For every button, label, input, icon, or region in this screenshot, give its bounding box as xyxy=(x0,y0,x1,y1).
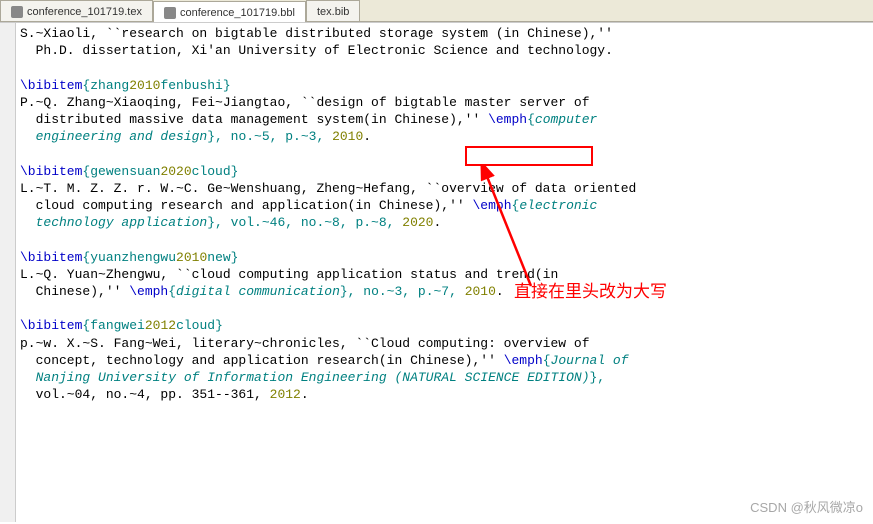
code-line: L.~Q. Yuan~Zhengwu, ``cloud computing ap… xyxy=(20,267,558,282)
latex-arg: { xyxy=(543,353,551,368)
latex-command: \bibitem xyxy=(20,78,82,93)
latex-arg: {zhang xyxy=(82,78,129,93)
latex-arg: }, xyxy=(590,370,606,385)
latex-number: 2010 xyxy=(332,129,363,144)
latex-emph: Journal of xyxy=(551,353,629,368)
editor: S.~Xiaoli, ``research on bigtable distri… xyxy=(0,22,873,522)
latex-command: \bibitem xyxy=(20,250,82,265)
file-icon xyxy=(11,6,23,18)
latex-command: \emph xyxy=(472,198,511,213)
latex-number: 2020 xyxy=(160,164,191,179)
latex-command: \bibitem xyxy=(20,318,82,333)
file-icon xyxy=(164,7,176,19)
latex-arg: }, no.~5, p.~3, xyxy=(207,129,332,144)
code-area[interactable]: S.~Xiaoli, ``research on bigtable distri… xyxy=(16,23,873,522)
tab-bar: conference_101719.tex conference_101719.… xyxy=(0,0,873,22)
latex-emph: engineering and design xyxy=(20,129,207,144)
latex-emph: technology application xyxy=(20,215,207,230)
latex-emph: digital communication xyxy=(176,284,340,299)
latex-command: \bibitem xyxy=(20,164,82,179)
latex-number: 2012 xyxy=(270,387,301,402)
latex-arg: cloud} xyxy=(192,164,239,179)
latex-arg: { xyxy=(168,284,176,299)
code-text: . xyxy=(301,387,309,402)
tab-bib[interactable]: tex.bib xyxy=(306,0,360,21)
code-text: . xyxy=(434,215,442,230)
latex-command: \emph xyxy=(504,353,543,368)
tab-label: tex.bib xyxy=(317,6,349,18)
latex-arg: {fangwei xyxy=(82,318,144,333)
tab-bbl[interactable]: conference_101719.bbl xyxy=(153,1,306,22)
latex-command: \emph xyxy=(488,112,527,127)
latex-arg: fenbushi} xyxy=(160,78,230,93)
code-line: Chinese),'' xyxy=(20,284,129,299)
latex-arg: { xyxy=(527,112,535,127)
latex-number: 2010 xyxy=(465,284,496,299)
code-line: concept, technology and application rese… xyxy=(20,353,504,368)
annotation-text: 直接在里头改为大写 xyxy=(514,283,667,300)
latex-arg: {yuanzhengwu xyxy=(82,250,176,265)
code-line: vol.~04, no.~4, pp. 351--361, xyxy=(20,387,270,402)
latex-number: 2020 xyxy=(402,215,433,230)
latex-number: 2012 xyxy=(145,318,176,333)
latex-arg: }, no.~3, p.~7, xyxy=(340,284,465,299)
gutter xyxy=(0,23,16,522)
code-text: . xyxy=(496,284,504,299)
tab-label: conference_101719.bbl xyxy=(180,7,295,19)
latex-emph: electronic xyxy=(519,198,597,213)
latex-number: 2010 xyxy=(129,78,160,93)
code-line: distributed massive data management syst… xyxy=(20,112,488,127)
code-line: cloud computing research and application… xyxy=(20,198,472,213)
tab-tex[interactable]: conference_101719.tex xyxy=(0,0,153,21)
latex-number: 2010 xyxy=(176,250,207,265)
latex-emph: Nanjing University of Information Engine… xyxy=(20,370,590,385)
latex-command: \emph xyxy=(129,284,168,299)
latex-arg: {gewensuan xyxy=(82,164,160,179)
code-line: Ph.D. dissertation, Xi'an University of … xyxy=(20,43,613,58)
latex-arg: cloud} xyxy=(176,318,223,333)
code-line: S.~Xiaoli, ``research on bigtable distri… xyxy=(20,26,613,41)
code-line: p.~w. X.~S. Fang~Wei, literary~chronicle… xyxy=(20,336,590,351)
code-line: L.~T. M. Z. Z. r. W.~C. Ge~Wenshuang, Zh… xyxy=(20,181,636,196)
latex-emph: computer xyxy=(535,112,597,127)
latex-arg: }, vol.~46, no.~8, p.~8, xyxy=(207,215,402,230)
annotation-box xyxy=(465,146,593,166)
code-line: P.~Q. Zhang~Xiaoqing, Fei~Jiangtao, ``de… xyxy=(20,95,590,110)
latex-arg: new} xyxy=(207,250,238,265)
tab-label: conference_101719.tex xyxy=(27,6,142,18)
code-text: . xyxy=(363,129,371,144)
